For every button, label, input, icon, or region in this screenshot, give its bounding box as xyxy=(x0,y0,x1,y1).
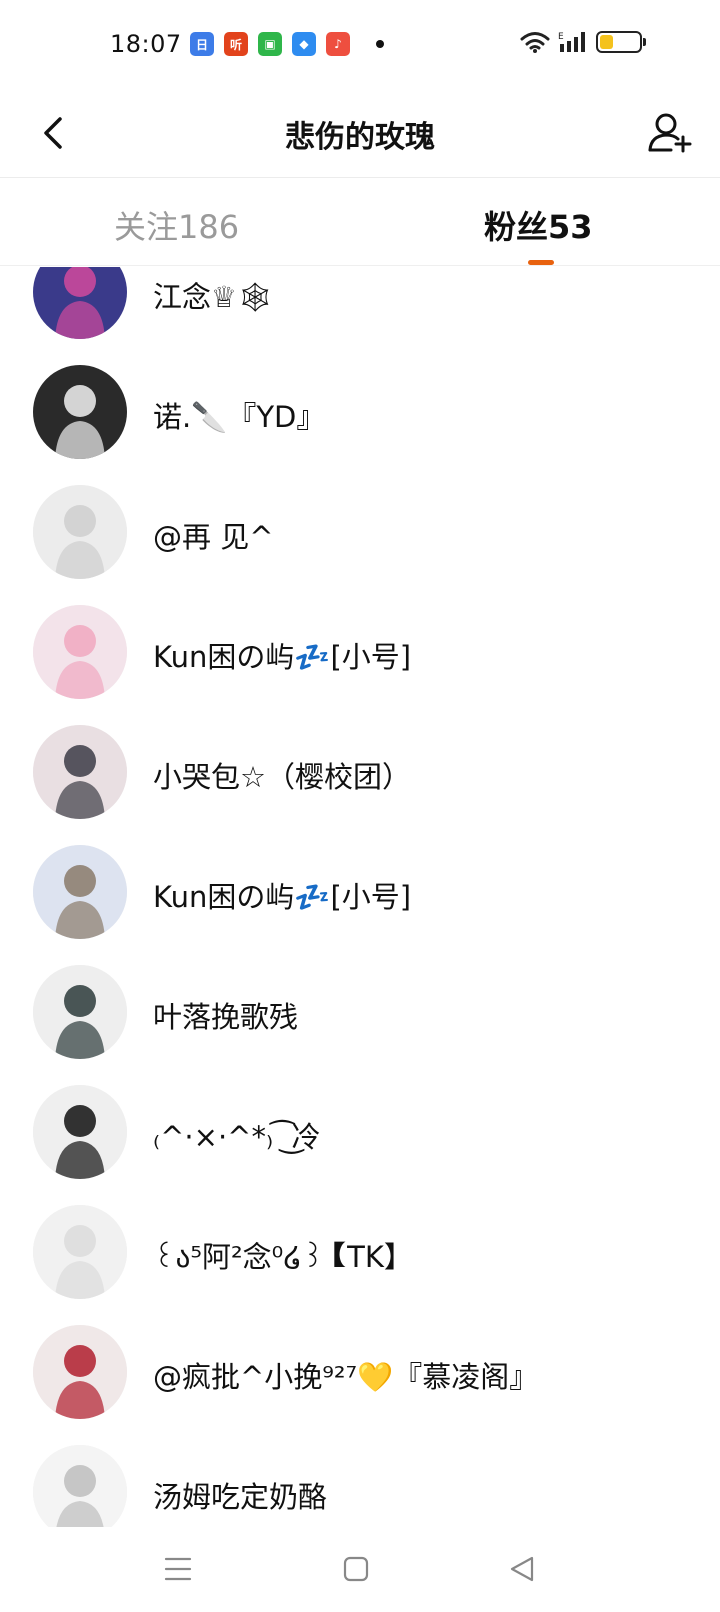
avatar[interactable] xyxy=(33,1325,127,1419)
svg-text:E: E xyxy=(558,32,564,42)
calendar-app-icon: 日 xyxy=(190,32,214,56)
fan-name: 汤姆吃定奶酪 xyxy=(153,1480,328,1514)
listen-app-icon: 听 xyxy=(224,32,248,56)
status-time: 18:07 xyxy=(110,30,182,58)
avatar[interactable] xyxy=(33,965,127,1059)
page-title: 悲伤的玫瑰 xyxy=(285,120,435,155)
avatar[interactable] xyxy=(33,485,127,579)
triangle-back-icon xyxy=(510,1556,534,1582)
follow-tabs: 关注186 粉丝53 xyxy=(0,178,720,266)
avatar[interactable] xyxy=(33,1085,127,1179)
more-notifications-dot xyxy=(376,40,384,48)
fan-list-item[interactable]: 叶落挽歌残 xyxy=(0,952,720,1072)
battery-icon xyxy=(596,31,646,53)
music-app-icon: ♪ xyxy=(326,32,350,56)
avatar[interactable] xyxy=(33,365,127,459)
avatar[interactable] xyxy=(33,267,127,339)
fan-list-item[interactable]: 诺.🔪『YD』 xyxy=(0,352,720,472)
battery-level xyxy=(600,35,614,49)
active-tab-indicator xyxy=(528,260,554,265)
notification-icons: 日听 ▣ ◆ ♪ xyxy=(190,32,384,56)
avatar[interactable] xyxy=(33,605,127,699)
status-indicators: E xyxy=(520,30,646,54)
fan-name: Kun困の屿💤[小号] xyxy=(153,640,412,674)
fan-list-item[interactable]: @疯批^小挽⁹²⁷💛『慕凌阁』 xyxy=(0,1312,720,1432)
fans-list-content: 江念♕🕸 诺.🔪『YD』 @再 见^ Kun困の屿💤[小号] 小哭包☆（樱校团） Kun困… xyxy=(0,267,720,1527)
home-button[interactable] xyxy=(334,1547,378,1591)
feather-app-icon: ◆ xyxy=(292,32,316,56)
fans-list[interactable]: 江念♕🕸 诺.🔪『YD』 @再 见^ Kun困の屿💤[小号] 小哭包☆（樱校团） Kun困… xyxy=(0,267,720,1527)
fan-list-item[interactable]: Kun困の屿💤[小号] xyxy=(0,832,720,952)
system-nav-bar xyxy=(0,1527,720,1612)
fan-list-item[interactable]: ₍^·×·^*₎ ͡ ͜冷 xyxy=(0,1072,720,1192)
fan-name: ₍^·×·^*₎ ͡ ͜冷 xyxy=(153,1120,321,1154)
tab-fans[interactable]: 粉丝53 xyxy=(484,202,593,248)
fan-list-item[interactable]: 小哭包☆（樱校团） xyxy=(0,712,720,832)
fan-name: @疯批^小挽⁹²⁷💛『慕凌阁』 xyxy=(153,1360,539,1394)
fan-name: 小哭包☆（樱校团） xyxy=(153,760,411,794)
fan-list-item[interactable]: @再 见^ xyxy=(0,472,720,592)
home-icon xyxy=(343,1556,369,1582)
android-app-icon: ▣ xyxy=(258,32,282,56)
status-bar: 18:07 日听 ▣ ◆ ♪ E xyxy=(0,0,720,90)
signal-icon: E xyxy=(558,32,585,52)
tab-following[interactable]: 关注186 xyxy=(114,202,239,248)
fan-name: Kun困の屿💤[小号] xyxy=(153,880,412,914)
avatar[interactable] xyxy=(33,1205,127,1299)
fan-name: 诺.🔪『YD』 xyxy=(153,400,326,434)
add-user-icon xyxy=(648,113,692,153)
fan-list-item[interactable]: 江念♕🕸 xyxy=(0,267,720,352)
back-nav-button[interactable] xyxy=(500,1547,544,1591)
menu-button[interactable] xyxy=(156,1547,200,1591)
fan-name: 江念♕🕸 xyxy=(153,280,274,314)
fan-name: @再 见^ xyxy=(153,520,274,554)
avatar[interactable] xyxy=(33,725,127,819)
fan-list-item[interactable]: 汤姆吃定奶酪 xyxy=(0,1432,720,1527)
fan-list-item[interactable]: Kun困の屿💤[小号] xyxy=(0,592,720,712)
wifi-icon xyxy=(520,32,550,53)
avatar[interactable] xyxy=(33,845,127,939)
header: 悲伤的玫瑰 xyxy=(0,90,720,178)
avatar[interactable] xyxy=(33,1445,127,1527)
add-user-button[interactable] xyxy=(642,104,698,160)
fan-name: 叶落挽歌残 xyxy=(153,1000,299,1034)
fan-list-item[interactable]: ꒰ა⁵阿²念⁰໒꒱【TK】 xyxy=(0,1192,720,1312)
fan-name: ꒰ა⁵阿²念⁰໒꒱【TK】 xyxy=(153,1240,413,1274)
menu-icon xyxy=(164,1557,192,1581)
